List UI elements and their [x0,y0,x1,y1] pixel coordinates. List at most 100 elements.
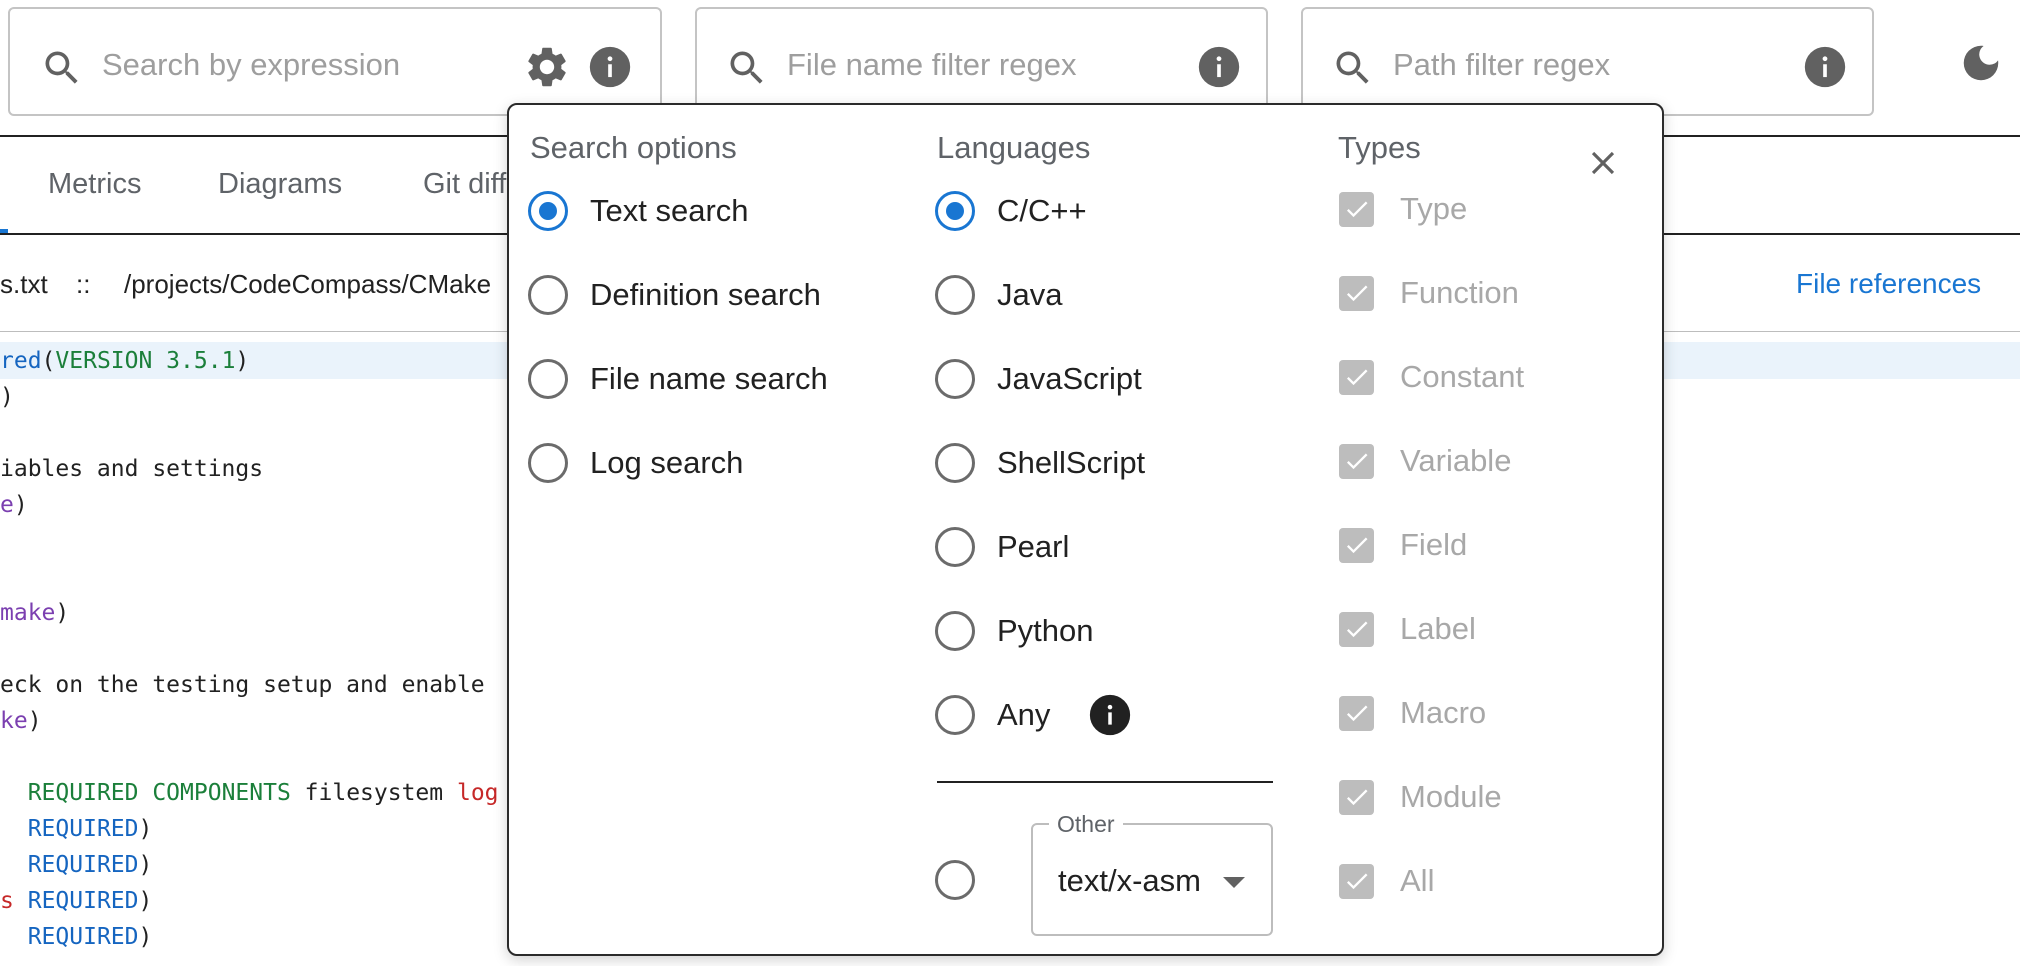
radio-button[interactable] [935,191,975,231]
file-references-link[interactable]: File references [1796,268,1981,300]
type-option-field: Field [1339,523,1467,567]
code-line: ke) [0,703,512,739]
code-token: ) [27,708,42,734]
checkbox [1339,275,1374,311]
info-icon[interactable] [1089,694,1131,736]
language-option-pearl[interactable]: Pearl [935,525,1069,569]
code-token: REQUIRED [27,816,139,842]
gear-icon[interactable] [523,43,571,91]
search-option-label: Definition search [590,277,821,312]
code-token: s [0,888,14,914]
radio-button[interactable] [528,191,568,231]
radio-button[interactable] [935,860,975,900]
code-line: red(VERSION 3.5.1) [0,343,512,379]
radio-button[interactable] [528,359,568,399]
language-option-java[interactable]: Java [935,273,1062,317]
info-icon[interactable] [588,45,632,89]
type-option-variable: Variable [1339,439,1511,483]
code-token: REQUIRED [27,924,139,950]
language-option-label: Python [997,613,1094,648]
search-option-label: File name search [590,361,828,396]
path-filter-placeholder: Path filter regex [1393,47,1611,82]
type-option-label: Module [1400,779,1502,814]
code-token: ) [55,600,70,626]
radio-button[interactable] [935,695,975,735]
checkbox [1339,863,1374,899]
breadcrumb-separator: :: [76,269,91,299]
info-icon[interactable] [1197,45,1241,89]
breadcrumb-path[interactable]: /projects/CodeCompass/CMake [124,269,491,300]
type-option-type: Type [1339,187,1467,231]
code-token: REQUIRED COMPONENTS [27,780,291,806]
checkbox [1339,611,1374,647]
code-token: ) [138,924,153,950]
language-option-python[interactable]: Python [935,609,1094,653]
radio-button[interactable] [935,443,975,483]
language-option-label: Any [997,697,1051,732]
radio-button[interactable] [935,527,975,567]
radio-button[interactable] [528,443,568,483]
expression-search-field[interactable]: Search by expression [8,7,662,116]
language-option-other[interactable] [935,858,975,902]
code-editor[interactable]: red(VERSION 3.5.1)) iables and settings e… [0,343,512,955]
checkbox [1339,191,1374,227]
code-token: REQUIRED [27,852,139,878]
search-icon [1336,51,1369,84]
code-token: red [0,348,42,374]
radio-button[interactable] [935,359,975,399]
tab-metrics[interactable]: Metrics [48,168,141,201]
tab-diagrams[interactable]: Diagrams [218,168,342,201]
checkbox [1339,443,1374,479]
tab-git-diff[interactable]: Git diff [423,168,506,201]
search-options-popup: Search options Languages Types Text sear… [507,103,1664,956]
code-token: iables and settings [0,456,264,482]
filename-filter-field[interactable]: File name filter regex [695,7,1268,116]
language-option-shellscript[interactable]: ShellScript [935,441,1145,485]
chevron-down-icon [1223,877,1245,888]
code-token: ke [0,708,28,734]
type-option-module: Module [1339,775,1502,819]
breadcrumb-file[interactable]: s.txt [0,269,48,300]
type-option-all: All [1339,859,1434,903]
language-option-javascript[interactable]: JavaScript [935,357,1142,401]
search-option-definition[interactable]: Definition search [528,273,821,317]
close-icon[interactable] [1584,144,1622,182]
code-line: iables and settings [0,451,512,487]
type-option-macro: Macro [1339,691,1486,735]
search-option-filename[interactable]: File name search [528,357,828,401]
checkbox [1339,359,1374,395]
check-icon [1346,285,1367,302]
language-option-cpp[interactable]: C/C++ [935,189,1087,233]
language-option-any[interactable]: Any [935,693,1050,737]
code-line: s REQUIRED) [0,883,512,919]
search-option-log[interactable]: Log search [528,441,743,485]
radio-button[interactable] [528,275,568,315]
code-line: REQUIRED) [0,847,512,883]
path-filter-field[interactable]: Path filter regex [1301,7,1874,116]
other-language-label: Other [1049,811,1123,838]
language-option-label: C/C++ [997,193,1087,228]
radio-button[interactable] [935,611,975,651]
search-option-text[interactable]: Text search [528,189,749,233]
radio-button[interactable] [935,275,975,315]
code-token: ) [138,852,153,878]
code-line: eck on the testing setup and enable [0,667,512,703]
search-icon [730,51,763,84]
checkbox [1339,695,1374,731]
check-icon [1346,873,1367,890]
dark-mode-moon-icon[interactable] [1958,40,2004,86]
search-icon [45,51,78,84]
info-icon[interactable] [1803,45,1847,89]
expression-search-placeholder: Search by expression [102,47,401,82]
check-icon [1346,453,1367,470]
check-icon [1346,537,1367,554]
code-token: make [0,600,56,626]
code-line: REQUIRED) [0,811,512,847]
code-line: REQUIRED) [0,919,512,955]
code-line: e) [0,487,512,523]
